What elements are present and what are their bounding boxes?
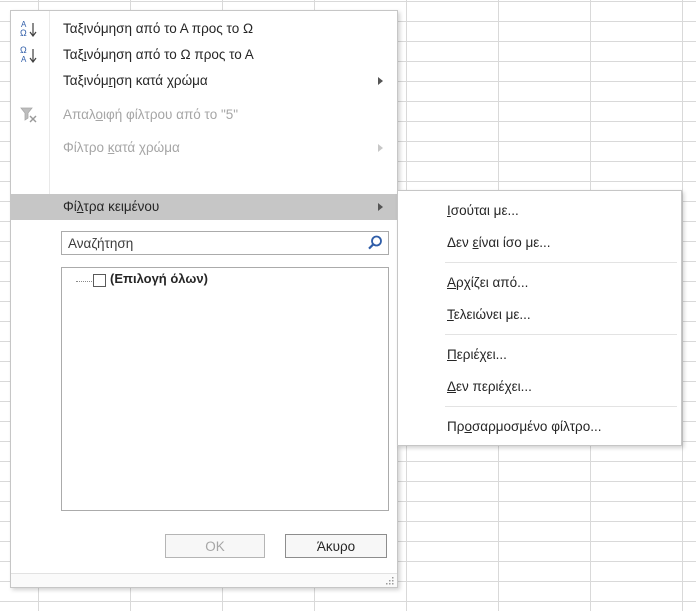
tree-connector — [76, 281, 92, 282]
search-input[interactable] — [62, 232, 358, 254]
filter-by-color-label: Φίλτρο κατά χρώμα — [63, 140, 180, 155]
select-all-label[interactable]: (Επιλογή όλων) — [110, 271, 208, 286]
text-filters-submenu: Ισούται με... Δεν είναι ίσο με... Αρχίζε… — [397, 190, 682, 446]
submenu-arrow-icon — [378, 144, 383, 152]
text-filters-label: Φίλτρα κειμένου — [63, 199, 160, 214]
sort-za-icon: Ω A — [20, 45, 37, 64]
does-not-contain-item[interactable]: Δεν περιέχει... — [447, 379, 532, 394]
custom-filter-item[interactable]: Προσαρμοσμένο φίλτρο... — [447, 419, 601, 434]
resize-grip-icon[interactable] — [386, 577, 394, 585]
text-filters-item[interactable]: Φίλτρα κειμένου — [11, 194, 397, 220]
svg-text:Ω: Ω — [20, 28, 27, 38]
sort-by-color-label: Ταξινόμηση κατά χρώμα — [63, 73, 208, 88]
filter-values-list[interactable]: (Επιλογή όλων) — [61, 267, 389, 511]
equals-item[interactable]: Ισούται με... — [447, 203, 519, 218]
sort-a-to-z-item[interactable]: A Ω Ταξινόμηση από το Α προς το Ω — [11, 16, 397, 42]
sort-by-color-item[interactable]: Ταξινόμηση κατά χρώμα — [11, 68, 397, 94]
filter-by-color-item[interactable]: Φίλτρο κατά χρώμα — [11, 135, 397, 161]
ok-button[interactable]: OK — [165, 534, 265, 558]
sort-z-to-a-item[interactable]: Ω A Ταξινόμηση από το Ω προς το Α — [11, 42, 397, 68]
cancel-button[interactable]: Άκυρο — [285, 534, 387, 558]
contains-item[interactable]: Περιέχει... — [447, 347, 507, 362]
sort-az-icon: A Ω — [20, 20, 37, 38]
filter-dropdown: A Ω Ταξινόμηση από το Α προς το Ω Ω A Τα… — [10, 10, 398, 588]
select-all-checkbox[interactable] — [93, 274, 106, 287]
sort-z-to-a-label: Ταξινόμηση από το Ω προς το Α — [63, 47, 254, 62]
menu-separator — [445, 334, 677, 335]
clear-filter-label: Απαλοιφή φίλτρου από το "5" — [63, 107, 239, 122]
menu-separator — [445, 262, 677, 263]
begins-with-item[interactable]: Αρχίζει από... — [447, 275, 528, 290]
ends-with-item[interactable]: Τελειώνει με... — [447, 307, 531, 322]
search-icon[interactable] — [366, 234, 384, 252]
resize-bar — [11, 573, 397, 587]
menu-separator — [445, 406, 677, 407]
search-box — [61, 231, 389, 255]
clear-filter-icon — [20, 107, 37, 123]
clear-filter-item[interactable]: Απαλοιφή φίλτρου από το "5" — [11, 102, 397, 128]
submenu-arrow-icon — [378, 77, 383, 85]
sort-a-to-z-label: Ταξινόμηση από το Α προς το Ω — [63, 21, 254, 36]
svg-text:Ω: Ω — [20, 45, 27, 55]
submenu-arrow-icon — [378, 203, 383, 211]
not-equals-item[interactable]: Δεν είναι ίσο με... — [447, 235, 551, 250]
svg-text:A: A — [21, 55, 27, 64]
